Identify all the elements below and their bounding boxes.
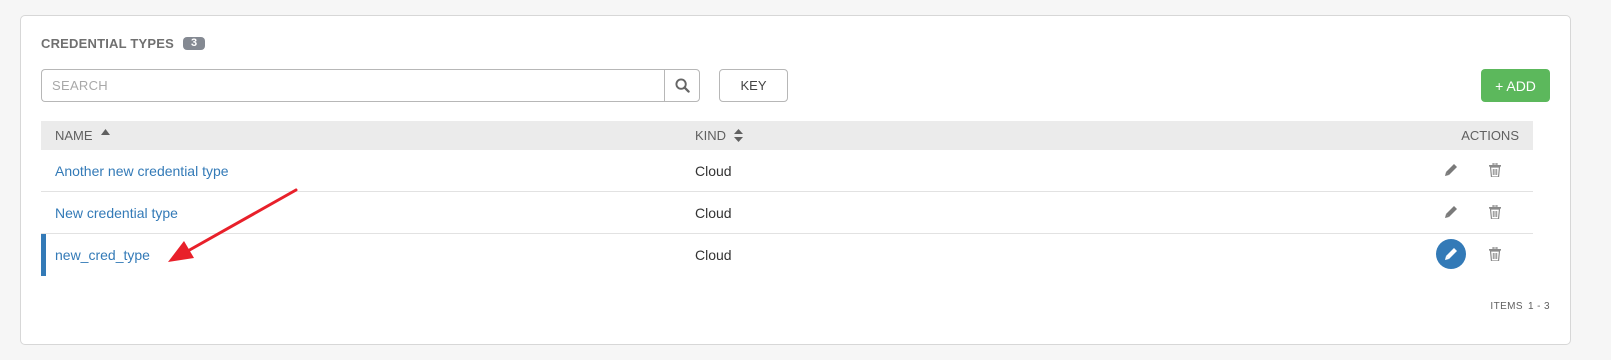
delete-button[interactable] <box>1480 197 1510 227</box>
row-actions <box>1423 150 1533 191</box>
credential-type-name-link[interactable]: Another new credential type <box>55 150 229 191</box>
trash-icon <box>1489 205 1501 219</box>
column-header-actions: ACTIONS <box>1461 121 1519 150</box>
credential-type-name-link[interactable]: new_cred_type <box>55 234 150 275</box>
sort-up-icon <box>100 129 110 135</box>
row-actions <box>1423 234 1533 275</box>
trash-icon <box>1489 163 1501 177</box>
search-input[interactable] <box>41 69 664 102</box>
panel-title: CREDENTIAL TYPES <box>41 36 174 51</box>
credential-types-table: NAME KIND ACTIONS Another new credential… <box>41 121 1533 276</box>
credential-type-kind: Cloud <box>695 204 732 221</box>
search-icon <box>674 78 690 93</box>
trash-icon <box>1489 247 1501 261</box>
pencil-icon <box>1445 206 1457 218</box>
column-header-label: KIND <box>695 128 727 143</box>
table-row: Another new credential type Cloud <box>41 150 1533 192</box>
panel-header: CREDENTIAL TYPES 3 <box>41 36 206 51</box>
add-button[interactable]: + ADD <box>1481 69 1550 102</box>
table-row: New credential type Cloud <box>41 192 1533 234</box>
credential-type-kind: Cloud <box>695 246 732 263</box>
key-button[interactable]: KEY <box>719 69 788 102</box>
column-header-kind[interactable]: KIND <box>695 121 744 150</box>
credential-type-kind: Cloud <box>695 162 732 179</box>
items-range: 1 - 3 <box>1527 301 1550 312</box>
delete-button[interactable] <box>1480 239 1510 269</box>
credential-types-panel: CREDENTIAL TYPES 3 KEY + ADD NAME KIND <box>20 15 1571 345</box>
credential-type-name-link[interactable]: New credential type <box>55 192 178 233</box>
column-header-name[interactable]: NAME <box>55 121 110 150</box>
delete-button[interactable] <box>1480 155 1510 185</box>
edit-button[interactable] <box>1436 239 1466 269</box>
edit-button[interactable] <box>1436 197 1466 227</box>
table-header: NAME KIND ACTIONS <box>41 121 1533 150</box>
search-bar <box>41 69 700 102</box>
count-badge: 3 <box>182 37 206 50</box>
column-header-label: NAME <box>55 128 93 143</box>
pencil-icon <box>1445 164 1457 176</box>
edit-button[interactable] <box>1436 155 1466 185</box>
pencil-icon <box>1445 248 1457 260</box>
column-header-label: ACTIONS <box>1461 128 1519 143</box>
row-actions <box>1423 192 1533 233</box>
sort-icon <box>734 129 744 142</box>
table-row-selected: new_cred_type Cloud <box>41 234 1533 276</box>
items-label: ITEMS <box>1490 301 1523 312</box>
search-button[interactable] <box>664 69 700 102</box>
items-count: ITEMS 1 - 3 <box>1490 301 1550 312</box>
